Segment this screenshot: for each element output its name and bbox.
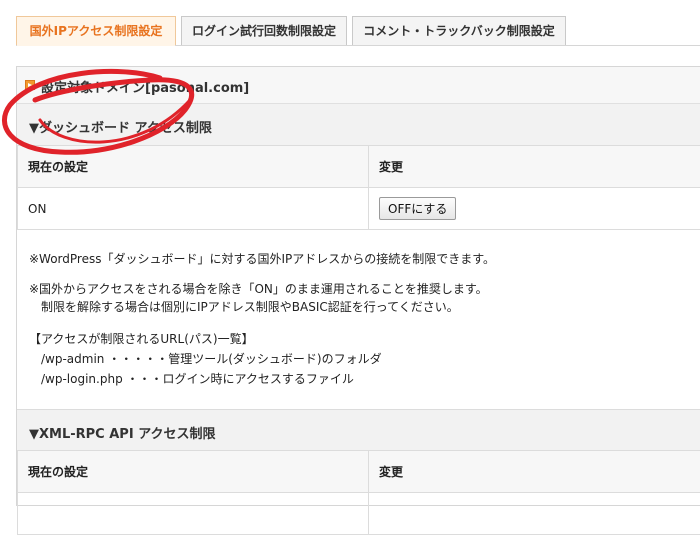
restricted-url-heading: 【アクセスが制限されるURL(パス)一覧】 <box>29 330 254 348</box>
xmlrpc-settings-table: 現在の設定 変更 <box>17 450 700 535</box>
note-restriction-info: ※WordPress「ダッシュボード」に対する国外IPアドレスからの接続を制限で… <box>29 250 495 268</box>
note-recommend-on: ※国外からアクセスをされる場合を除き「ON」のまま運用されることを推奨します。 <box>29 280 488 298</box>
orange-arrow-icon <box>25 80 35 90</box>
restricted-url-wp-login: /wp-login.php ・・・ログイン時にアクセスするファイル <box>29 370 354 388</box>
column-current-setting: 現在の設定 <box>18 146 369 188</box>
table-header-row: 現在の設定 変更 <box>18 146 700 188</box>
table-row <box>18 493 700 535</box>
xmlrpc-section-header: ▼XML-RPC API アクセス制限 <box>17 409 700 451</box>
target-domain-label: 設定対象ドメイン[pasonal.com] <box>41 77 249 96</box>
xmlrpc-section-title: ▼XML-RPC API アクセス制限 <box>29 423 216 442</box>
table-header-row: 現在の設定 変更 <box>18 451 700 493</box>
restricted-url-wp-admin: /wp-admin ・・・・・管理ツール(ダッシュボード)のフォルダ <box>29 350 382 368</box>
column-change: 変更 <box>369 146 700 188</box>
tab-comment-trackback-limit[interactable]: コメント・トラックバック制限設定 <box>352 16 566 45</box>
tab-active-gap <box>17 44 175 46</box>
dashboard-section-title: ▼ダッシュボード アクセス制限 <box>29 117 212 136</box>
turn-off-button[interactable]: OFFにする <box>379 197 456 220</box>
dashboard-settings-table: 現在の設定 変更 ON OFFにする <box>17 145 700 230</box>
dashboard-section-header: ▼ダッシュボード アクセス制限 <box>17 104 700 146</box>
settings-panel: 設定対象ドメイン[pasonal.com] ▼ダッシュボード アクセス制限 現在… <box>16 66 700 506</box>
domain-bar: 設定対象ドメイン[pasonal.com] <box>17 67 700 104</box>
note-disable-instructions: 制限を解除する場合は個別にIPアドレス制限やBASIC認証を行ってください。 <box>29 298 459 316</box>
tab-foreign-ip-restriction[interactable]: 国外IPアクセス制限設定 <box>16 16 176 45</box>
column-change: 変更 <box>369 451 700 493</box>
column-current-setting: 現在の設定 <box>18 451 369 493</box>
tab-login-attempt-limit[interactable]: ログイン試行回数制限設定 <box>181 16 347 45</box>
change-cell: OFFにする <box>369 188 700 230</box>
current-setting-value: ON <box>18 188 369 230</box>
table-row: ON OFFにする <box>18 188 700 230</box>
